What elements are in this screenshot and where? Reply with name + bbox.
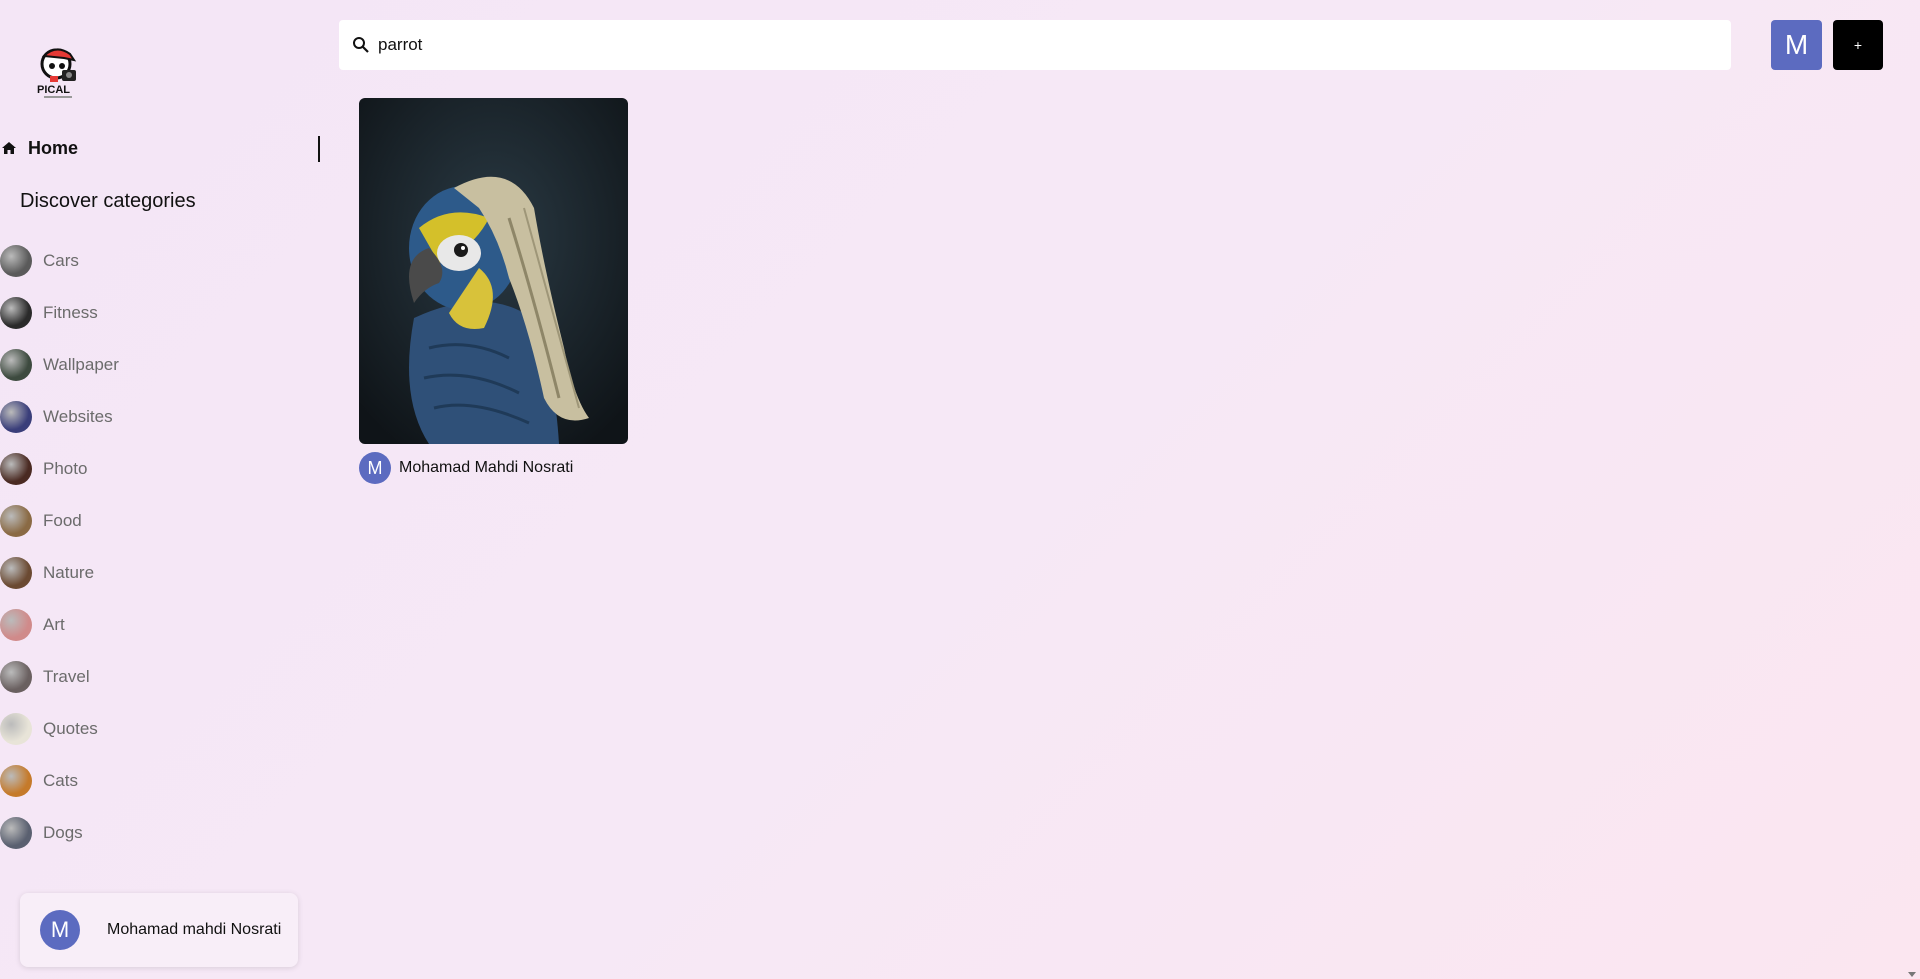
- sidebar-category-nature[interactable]: Nature: [0, 547, 300, 599]
- sidebar-category-travel[interactable]: Travel: [0, 651, 300, 703]
- category-thumbnail: [0, 349, 32, 381]
- category-thumbnail: [0, 557, 32, 589]
- category-thumbnail: [0, 661, 32, 693]
- category-label: Nature: [43, 563, 95, 582]
- discover-categories-title: Discover categories: [20, 190, 196, 212]
- pin-card[interactable]: M Mohamad Mahdi Nosrati: [359, 98, 628, 484]
- category-label: Photo: [43, 459, 88, 478]
- category-label: Travel: [43, 667, 90, 686]
- category-thumbnail: [0, 609, 32, 641]
- category-label: Art: [43, 615, 65, 634]
- category-label: Websites: [43, 407, 113, 426]
- category-thumbnail: [0, 297, 32, 329]
- category-thumbnail: [0, 245, 32, 277]
- sidebar-category-wallpaper[interactable]: Wallpaper: [0, 339, 300, 391]
- sidebar-category-cars[interactable]: Cars: [0, 235, 300, 287]
- category-label: Cars: [43, 251, 79, 270]
- pin-author-name: Mohamad Mahdi Nosrati: [399, 459, 574, 476]
- category-label: Wallpaper: [43, 355, 119, 374]
- app-logo[interactable]: PICAL: [34, 42, 88, 102]
- sidebar-category-websites[interactable]: Websites: [0, 391, 300, 443]
- scroll-down-arrow[interactable]: [1908, 972, 1916, 977]
- avatar: M: [40, 910, 80, 950]
- sidebar-category-quotes[interactable]: Quotes: [0, 703, 300, 755]
- user-button[interactable]: M: [1771, 20, 1822, 70]
- sidebar: PICAL Home Discover categories Cars Fitne…: [0, 0, 320, 979]
- profile-name: Mohamad mahdi Nosrati: [107, 921, 282, 938]
- sidebar-category-photo[interactable]: Photo: [0, 443, 300, 495]
- logo-text: PICAL: [37, 84, 70, 96]
- category-label: Dogs: [43, 823, 83, 842]
- category-list: Cars Fitness Wallpaper Websites Photo Food Nat…: [0, 235, 300, 859]
- parrot-image: [359, 98, 628, 444]
- category-label: Quotes: [43, 719, 98, 738]
- category-thumbnail: [0, 453, 32, 485]
- category-label: Food: [43, 511, 82, 530]
- sidebar-category-food[interactable]: Food: [0, 495, 300, 547]
- sidebar-home[interactable]: Home: [0, 136, 322, 162]
- add-pin-button[interactable]: +: [1833, 20, 1883, 70]
- category-label: Cats: [43, 771, 78, 790]
- active-indicator: [318, 136, 320, 162]
- sidebar-category-fitness[interactable]: Fitness: [0, 287, 300, 339]
- camera-mascot-logo-icon: PICAL: [37, 48, 77, 98]
- home-icon: [2, 142, 16, 154]
- profile-card[interactable]: M Mohamad mahdi Nosrati: [20, 893, 298, 967]
- sidebar-category-cats[interactable]: Cats: [0, 755, 300, 807]
- category-thumbnail: [0, 505, 32, 537]
- search-icon: [353, 37, 369, 53]
- avatar: M: [359, 452, 391, 484]
- sidebar-category-dogs[interactable]: Dogs: [0, 807, 300, 859]
- home-label: Home: [28, 137, 79, 158]
- category-thumbnail: [0, 765, 32, 797]
- category-thumbnail: [0, 817, 32, 849]
- category-thumbnail: [0, 401, 32, 433]
- pin-author[interactable]: M Mohamad Mahdi Nosrati: [359, 452, 628, 484]
- search-bar[interactable]: [339, 20, 1731, 70]
- pin-image[interactable]: [359, 98, 628, 444]
- category-thumbnail: [0, 713, 32, 745]
- category-label: Fitness: [43, 303, 98, 322]
- search-input[interactable]: [376, 34, 1680, 56]
- sidebar-category-art[interactable]: Art: [0, 599, 300, 651]
